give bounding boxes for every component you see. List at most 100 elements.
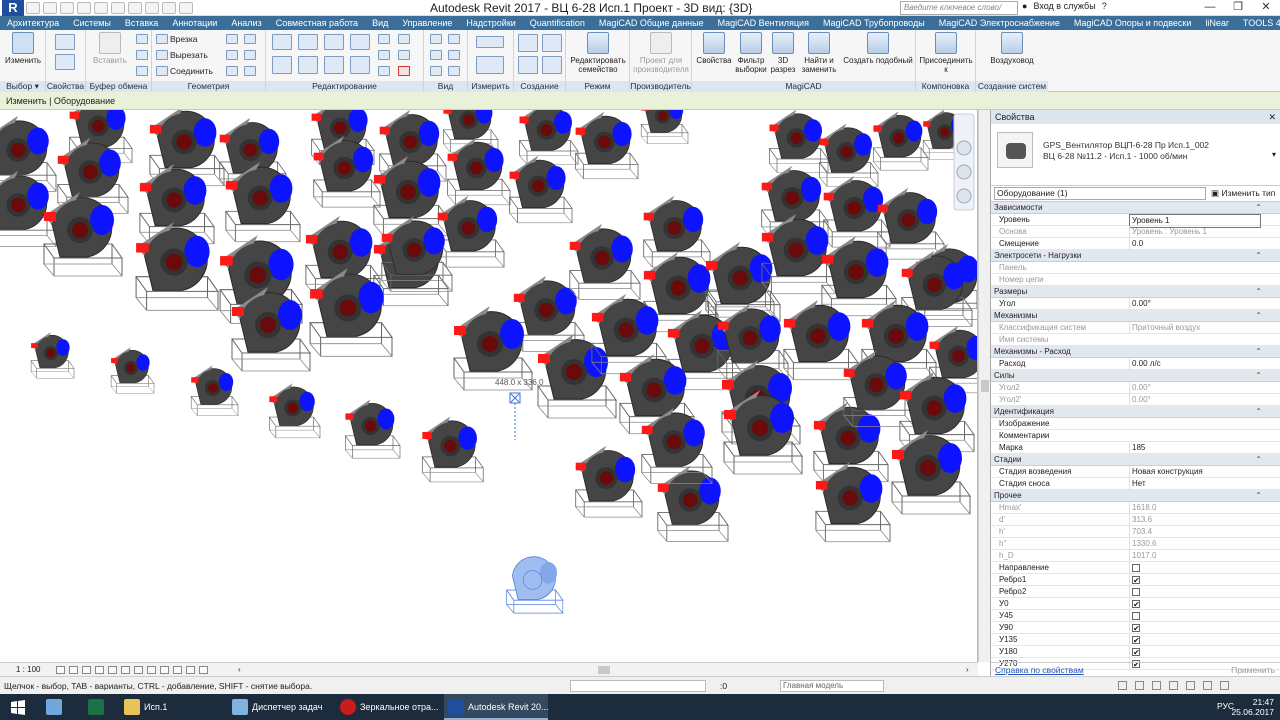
windows-start-icon[interactable] (0, 694, 36, 720)
property-row[interactable]: Комментарии (991, 430, 1280, 442)
property-row[interactable]: Смещение 0.0 (991, 238, 1280, 250)
selection-filter-button[interactable]: Фильтр выборки (732, 32, 770, 74)
undo-icon[interactable] (60, 2, 74, 14)
fan-unit[interactable] (421, 415, 484, 483)
fan-unit[interactable] (437, 195, 505, 268)
taskbar-3d-app[interactable] (42, 694, 66, 720)
view-tool-3-icon[interactable] (430, 50, 442, 60)
property-row[interactable]: h' 703.4 (991, 526, 1280, 538)
copy-icon[interactable] (136, 50, 148, 60)
type-properties-icon[interactable] (55, 54, 75, 70)
fan-unit[interactable] (268, 382, 321, 439)
property-row[interactable]: Ребро1 ✔ (991, 574, 1280, 587)
property-row[interactable]: Ребро2 (991, 586, 1280, 600)
qat-dropdown-icon[interactable] (179, 2, 193, 14)
category-filter-select[interactable]: Оборудование (1) (994, 187, 1206, 200)
save-icon[interactable] (43, 2, 57, 14)
type-selector[interactable]: GPS_Вентилятор ВЦП-6-28 Пр Исп.1_002 ВЦ … (991, 124, 1280, 186)
proj-for-producer-button[interactable]: Проект для производителя (631, 32, 691, 74)
geom-tool-4-icon[interactable] (244, 50, 256, 60)
taskbar-excel[interactable] (84, 694, 108, 720)
hscroll-thumb[interactable] (598, 666, 610, 674)
dimension-icon[interactable] (476, 56, 504, 74)
rotate-icon[interactable] (324, 56, 344, 74)
fan-unit[interactable] (657, 465, 729, 542)
checkbox-checked-icon[interactable]: ✔ (1132, 648, 1140, 657)
property-value[interactable]: Уровень : Уровень 1 (1129, 226, 1261, 238)
lock-view-icon[interactable] (147, 666, 156, 674)
property-value[interactable]: 1017.0 (1129, 550, 1261, 562)
vscroll-thumb[interactable] (981, 380, 989, 392)
fan-unit[interactable] (575, 445, 643, 518)
property-row[interactable]: Классификация систем Приточный воздух (991, 322, 1280, 334)
fan-unit[interactable] (640, 110, 689, 144)
taskbar-opera[interactable]: Зеркальное отра... (336, 694, 440, 720)
show-crop-icon[interactable] (134, 666, 143, 674)
ribbon-tab[interactable]: Вставка (118, 16, 165, 30)
properties-scrollbar[interactable] (1270, 204, 1278, 644)
temporary-dimension[interactable]: 448.0 x 336.0 (495, 378, 544, 440)
property-row[interactable]: h'' 1330.6 (991, 538, 1280, 550)
select-by-face-icon[interactable] (1169, 681, 1178, 690)
property-group-header[interactable]: Стадии (991, 454, 1280, 466)
delete-icon[interactable] (398, 66, 410, 76)
checkbox-empty-icon[interactable] (1132, 564, 1140, 572)
property-value[interactable]: Приточный воздух (1129, 322, 1261, 334)
checkbox-checked-icon[interactable]: ✔ (1132, 576, 1140, 585)
property-group-header[interactable]: Силы (991, 370, 1280, 382)
create-similar-icon[interactable] (542, 34, 562, 52)
ribbon-tab[interactable]: Системы (66, 16, 118, 30)
maximize-icon[interactable]: ❐ (1224, 0, 1252, 16)
property-group-header[interactable]: Механизмы (991, 310, 1280, 322)
viewport-vertical-scrollbar[interactable] (978, 110, 990, 662)
property-row[interactable]: d' 313.6 (991, 514, 1280, 526)
close-icon[interactable]: ✕ (1268, 110, 1276, 124)
view-tool-1-icon[interactable] (430, 34, 442, 44)
property-value[interactable]: 0.00° (1129, 394, 1261, 406)
checkbox-empty-icon[interactable] (1132, 612, 1140, 620)
measure-icon[interactable] (111, 2, 125, 14)
fan-unit[interactable] (569, 223, 641, 300)
mirror-draw-icon[interactable] (350, 34, 370, 50)
property-group-header[interactable]: Зависимости (991, 202, 1280, 214)
vrezka-label[interactable]: Врезка (170, 34, 197, 44)
property-row[interactable]: У90 ✔ (991, 622, 1280, 635)
redo-icon[interactable] (77, 2, 91, 14)
ribbon-tab[interactable]: MagiCAD Опоры и подвески (1067, 16, 1198, 30)
property-row[interactable]: Основа Уровень : Уровень 1 (991, 226, 1280, 238)
property-row[interactable]: Изображение (991, 418, 1280, 430)
magicad-properties-button[interactable]: Свойства (694, 32, 734, 65)
view-tool-4-icon[interactable] (448, 50, 460, 60)
3d-section-button[interactable]: 3D разрез (768, 32, 798, 74)
move-icon[interactable] (272, 56, 292, 74)
design-option-select[interactable]: Главная модель (780, 680, 884, 692)
scale-icon[interactable] (378, 50, 390, 60)
fan-unit[interactable] (447, 137, 511, 206)
ribbon-tab[interactable]: liNear (1198, 16, 1236, 30)
fan-unit[interactable] (537, 333, 617, 419)
property-row[interactable]: Имя системы (991, 334, 1280, 346)
fan-unit[interactable] (783, 299, 859, 381)
scroll-right-icon[interactable]: › (966, 663, 969, 677)
property-value[interactable]: 1618.0 (1129, 502, 1261, 514)
checkbox-checked-icon[interactable]: ✔ (1132, 600, 1140, 609)
navigation-wheel[interactable] (953, 113, 975, 211)
property-value[interactable]: 0.00° (1129, 382, 1261, 394)
soedinit-label[interactable]: Соединить (170, 66, 213, 76)
property-row[interactable]: У45 (991, 610, 1280, 624)
edit-type-button[interactable]: ▣ Изменить тип (1211, 188, 1275, 199)
chevron-down-icon[interactable]: ▾ (1272, 150, 1276, 159)
fan-unit[interactable] (43, 191, 123, 277)
sync-icon[interactable] (162, 2, 176, 14)
checkbox-empty-icon[interactable] (1132, 588, 1140, 596)
fan-unit[interactable] (873, 111, 929, 171)
property-row[interactable]: Угол2' 0.00° (991, 394, 1280, 406)
create-assembly-icon[interactable] (542, 56, 562, 74)
3d-view-icon[interactable] (145, 2, 159, 14)
align-icon[interactable] (272, 34, 292, 50)
taskbar-revit[interactable]: Autodesk Revit 20... (444, 694, 549, 720)
ribbon-tab[interactable]: Надстройки (459, 16, 522, 30)
cope-icon[interactable] (156, 34, 168, 44)
property-row[interactable]: У180 ✔ (991, 646, 1280, 659)
properties-help-link[interactable]: Справка по свойствам (995, 663, 1084, 677)
